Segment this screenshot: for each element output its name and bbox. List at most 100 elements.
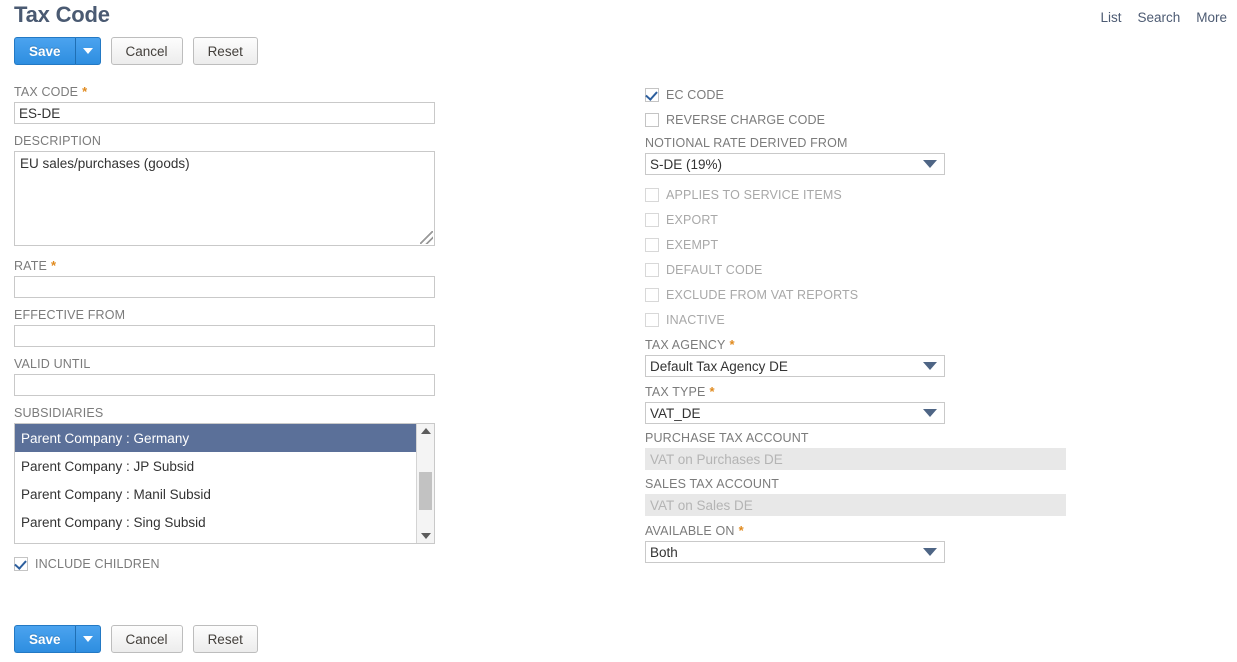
required-asterisk: * — [738, 523, 744, 538]
tax-agency-select[interactable]: Default Tax Agency DE — [645, 355, 945, 377]
default-code-label: DEFAULT CODE — [666, 262, 763, 277]
description-value: EU sales/purchases (goods) — [20, 156, 190, 171]
tax-agency-value: Default Tax Agency DE — [650, 358, 788, 374]
available-on-select[interactable]: Both — [645, 541, 945, 563]
toolbar-bottom: Save Cancel Reset — [14, 625, 258, 653]
save-button-group-bottom: Save — [14, 625, 101, 653]
valid-until-label: VALID UNTIL — [14, 357, 91, 371]
subsidiaries-listbox[interactable]: Parent Company : Germany Parent Company … — [14, 423, 435, 544]
field-rate: RATE * — [14, 258, 435, 298]
field-valid-until: VALID UNTIL — [14, 357, 435, 396]
required-asterisk: * — [709, 384, 715, 399]
exclude-from-vat-reports-checkbox — [645, 287, 659, 302]
exempt-label: EXEMPT — [666, 237, 719, 252]
dropdown-caret-icon — [923, 409, 937, 417]
scroll-up-arrow-icon[interactable] — [420, 428, 431, 434]
list-item[interactable]: Parent Company : Germany — [15, 424, 416, 452]
field-tax-agency: TAX AGENCY * Default Tax Agency DE — [645, 337, 1066, 377]
notional-rate-label: NOTIONAL RATE DERIVED FROM — [645, 136, 848, 150]
valid-until-input[interactable] — [14, 374, 435, 396]
ec-code-row[interactable]: EC CODE — [645, 82, 1066, 107]
save-button-group: Save — [14, 37, 101, 65]
effective-from-label: EFFECTIVE FROM — [14, 308, 126, 322]
nav-link-search[interactable]: Search — [1137, 10, 1180, 25]
applies-to-service-items-label: APPLIES TO SERVICE ITEMS — [666, 187, 842, 202]
reverse-charge-code-row[interactable]: REVERSE CHARGE CODE — [645, 107, 1066, 132]
list-item[interactable]: Parent Company : JP Subsid — [15, 452, 416, 480]
subsidiaries-list: Parent Company : Germany Parent Company … — [15, 424, 416, 543]
scrollbar-thumb[interactable] — [419, 472, 432, 510]
list-item[interactable]: Parent Company : Manil Subsid — [15, 480, 416, 508]
export-label: EXPORT — [666, 212, 719, 227]
purchase-tax-account-input: VAT on Purchases DE — [645, 448, 1066, 470]
save-dropdown-button-bottom[interactable] — [75, 625, 101, 653]
inactive-row: INACTIVE — [645, 307, 1066, 332]
include-children-row[interactable]: INCLUDE CHILDREN — [14, 551, 435, 576]
tax-code-label: TAX CODE * — [14, 84, 88, 99]
subsidiaries-scrollbar[interactable] — [416, 424, 434, 543]
right-column: EC CODE REVERSE CHARGE CODE NOTIONAL RAT… — [645, 82, 1066, 570]
inactive-label: INACTIVE — [666, 312, 725, 327]
dropdown-caret-icon — [923, 548, 937, 556]
field-available-on: AVAILABLE ON * Both — [645, 523, 1066, 563]
reverse-charge-code-label: REVERSE CHARGE CODE — [666, 112, 826, 127]
description-textarea[interactable]: EU sales/purchases (goods) — [14, 151, 435, 246]
description-label: DESCRIPTION — [14, 134, 102, 148]
include-children-checkbox[interactable] — [14, 556, 28, 571]
field-purchase-tax-account: PURCHASE TAX ACCOUNT VAT on Purchases DE — [645, 431, 1066, 470]
inactive-checkbox — [645, 312, 659, 327]
reverse-charge-code-checkbox[interactable] — [645, 112, 659, 127]
ec-code-label: EC CODE — [666, 87, 725, 102]
tax-agency-label: TAX AGENCY * — [645, 337, 735, 352]
toolbar-top: Save Cancel Reset — [14, 37, 258, 65]
reset-button-top[interactable]: Reset — [192, 37, 258, 65]
sales-tax-account-label: SALES TAX ACCOUNT — [645, 477, 780, 491]
field-tax-type: TAX TYPE * VAT_DE — [645, 384, 1066, 424]
field-tax-code: TAX CODE * ES-DE — [14, 84, 435, 124]
field-description: DESCRIPTION EU sales/purchases (goods) — [14, 134, 435, 246]
field-subsidiaries: SUBSIDIARIES Parent Company : Germany Pa… — [14, 406, 435, 544]
dropdown-caret-icon — [923, 160, 937, 168]
left-column: TAX CODE * ES-DE DESCRIPTION EU sales/pur… — [14, 84, 435, 576]
tax-type-label: TAX TYPE * — [645, 384, 715, 399]
exempt-checkbox — [645, 237, 659, 252]
cancel-button-bottom[interactable]: Cancel — [110, 625, 183, 653]
caret-down-icon — [82, 636, 93, 642]
list-item[interactable]: Parent Company : Sing Subsid — [15, 508, 416, 536]
top-navigation-links: List Search More — [1100, 10, 1227, 25]
tax-code-input[interactable]: ES-DE — [14, 102, 435, 124]
required-asterisk: * — [82, 84, 88, 99]
cancel-button-top[interactable]: Cancel — [110, 37, 183, 65]
applies-to-service-items-checkbox — [645, 187, 659, 202]
nav-link-more[interactable]: More — [1196, 10, 1227, 25]
default-code-row: DEFAULT CODE — [645, 257, 1066, 282]
tax-type-select[interactable]: VAT_DE — [645, 402, 945, 424]
purchase-tax-account-label: PURCHASE TAX ACCOUNT — [645, 431, 809, 445]
field-sales-tax-account: SALES TAX ACCOUNT VAT on Sales DE — [645, 477, 1066, 516]
required-asterisk: * — [729, 337, 735, 352]
required-asterisk: * — [51, 258, 57, 273]
export-checkbox — [645, 212, 659, 227]
notional-rate-select[interactable]: S-DE (19%) — [645, 153, 945, 175]
nav-link-list[interactable]: List — [1100, 10, 1121, 25]
page-title: Tax Code — [14, 2, 110, 27]
save-dropdown-button-top[interactable] — [75, 37, 101, 65]
notional-rate-value: S-DE (19%) — [650, 156, 723, 172]
available-on-label: AVAILABLE ON * — [645, 523, 744, 538]
scroll-down-arrow-icon[interactable] — [420, 533, 431, 539]
effective-from-input[interactable] — [14, 325, 435, 347]
reset-button-bottom[interactable]: Reset — [192, 625, 258, 653]
dropdown-caret-icon — [923, 362, 937, 370]
applies-to-service-items-row: APPLIES TO SERVICE ITEMS — [645, 182, 1066, 207]
export-row: EXPORT — [645, 207, 1066, 232]
rate-input[interactable] — [14, 276, 435, 298]
rate-label: RATE * — [14, 258, 57, 273]
subsidiaries-label: SUBSIDIARIES — [14, 406, 104, 420]
resize-grip-icon[interactable] — [420, 231, 433, 244]
exempt-row: EXEMPT — [645, 232, 1066, 257]
ec-code-checkbox[interactable] — [645, 87, 659, 102]
save-button-bottom[interactable]: Save — [14, 625, 76, 653]
exclude-from-vat-reports-row: EXCLUDE FROM VAT REPORTS — [645, 282, 1066, 307]
include-children-label: INCLUDE CHILDREN — [35, 556, 160, 571]
save-button-top[interactable]: Save — [14, 37, 76, 65]
